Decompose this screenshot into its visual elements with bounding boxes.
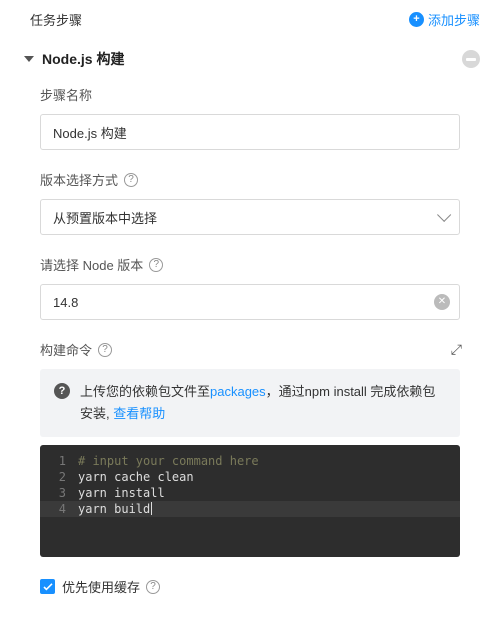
code-line[interactable]: 2 yarn cache clean [40,469,460,485]
code-line[interactable]: 1 # input your command here [40,453,460,469]
help-link[interactable]: 查看帮助 [113,406,165,421]
version-method-value: 从预置版本中选择 [53,208,157,227]
code-editor[interactable]: 1 # input your command here 2 yarn cache cl… [40,445,460,557]
line-text: yarn install [78,486,165,500]
field-step-name: 步骤名称 [40,85,460,150]
line-number: 4 [50,502,66,516]
node-version-input[interactable] [40,284,460,320]
clear-icon[interactable]: ✕ [434,294,450,310]
collapse-icon[interactable] [462,50,480,68]
line-number: 2 [50,470,66,484]
info-icon: ? [54,383,70,399]
field-node-version: 请选择 Node 版本 ? ✕ [40,255,460,320]
step-name-input[interactable] [40,114,460,150]
help-icon[interactable]: ? [146,580,160,594]
line-text: yarn build [78,502,150,516]
help-icon[interactable]: ? [98,343,112,357]
field-build-command: 构建命令 ? ⤢ ? 上传您的依赖包文件至packages，通过npm inst… [40,340,460,557]
packages-link[interactable]: packages [210,384,266,399]
build-command-label: 构建命令 [40,340,92,359]
field-version-method: 版本选择方式 ? 从预置版本中选择 [40,170,460,235]
code-line[interactable]: 4 yarn build [40,501,460,517]
header-title: 任务步骤 [30,10,82,29]
step-name-label: 步骤名称 [40,85,460,104]
cache-label: 优先使用缓存 [62,577,140,596]
cache-checkbox[interactable] [40,579,55,594]
section-body: 步骤名称 版本选择方式 ? 从预置版本中选择 请选择 Node 版本 ? ✕ 构… [0,81,500,616]
line-text: # input your command here [78,454,259,468]
version-method-label: 版本选择方式 [40,170,118,189]
chevron-down-icon [437,208,451,222]
section-title: Node.js 构建 [42,49,124,69]
line-text: yarn cache clean [78,470,194,484]
help-icon[interactable]: ? [124,173,138,187]
node-version-label: 请选择 Node 版本 [40,255,143,274]
cursor [151,502,152,515]
version-method-select[interactable]: 从预置版本中选择 [40,199,460,235]
expand-icon[interactable]: ⤢ [451,341,460,358]
line-number: 1 [50,454,66,468]
tip-text: 上传您的依赖包文件至packages，通过npm install 完成依赖包安装… [80,381,446,425]
tip-box: ? 上传您的依赖包文件至packages，通过npm install 完成依赖包… [40,369,460,437]
header: 任务步骤 + 添加步骤 [0,0,500,41]
cache-checkbox-row: 优先使用缓存 ? [40,577,460,596]
section-header: Node.js 构建 [0,41,500,81]
code-line[interactable]: 3 yarn install [40,485,460,501]
add-step-button[interactable]: + 添加步骤 [409,10,480,29]
line-number: 3 [50,486,66,500]
caret-down-icon[interactable] [24,56,34,62]
help-icon[interactable]: ? [149,258,163,272]
add-step-label: 添加步骤 [428,10,480,29]
plus-circle-icon: + [409,12,424,27]
